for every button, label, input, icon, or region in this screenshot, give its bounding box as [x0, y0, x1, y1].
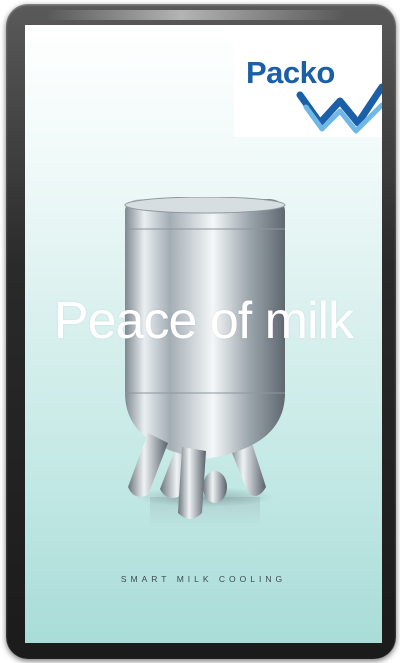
- frame-highlight: [46, 10, 346, 20]
- brand-wave-icon: [296, 83, 382, 134]
- brand-logo: Packo: [234, 25, 382, 137]
- milk-cooling-tank-icon: [124, 197, 286, 527]
- tagline: SMART MILK COOLING: [120, 574, 287, 584]
- headline: Peace of milk: [53, 292, 354, 350]
- screen: Packo Peace of milk SMART MILK COOLING: [25, 25, 382, 643]
